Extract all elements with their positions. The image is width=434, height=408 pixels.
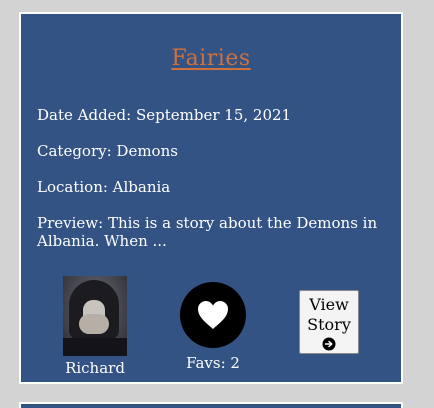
arrow-right-circle-icon xyxy=(322,337,336,351)
view-story-button[interactable]: View Story xyxy=(299,290,359,354)
story-author[interactable]: Richard xyxy=(63,276,127,377)
avatar-hand xyxy=(79,314,109,334)
story-location: Location: Albania xyxy=(37,178,171,196)
favorites-count: Favs: 2 xyxy=(186,354,240,372)
avatar[interactable] xyxy=(63,276,127,356)
next-story-card xyxy=(19,402,403,408)
author-name: Richard xyxy=(65,359,125,377)
favorite-button[interactable] xyxy=(180,282,246,348)
story-title[interactable]: Fairies xyxy=(21,46,401,71)
story-date-added: Date Added: September 15, 2021 xyxy=(37,106,292,124)
view-story-label: View Story xyxy=(307,295,351,334)
avatar-body xyxy=(63,338,127,356)
story-category: Category: Demons xyxy=(37,142,178,160)
page: Fairies Date Added: September 15, 2021 C… xyxy=(0,0,434,408)
heart-icon xyxy=(198,301,228,329)
favorites: Favs: 2 xyxy=(175,282,251,372)
story-card: Fairies Date Added: September 15, 2021 C… xyxy=(19,12,403,384)
story-preview: Preview: This is a story about the Demon… xyxy=(37,214,378,250)
